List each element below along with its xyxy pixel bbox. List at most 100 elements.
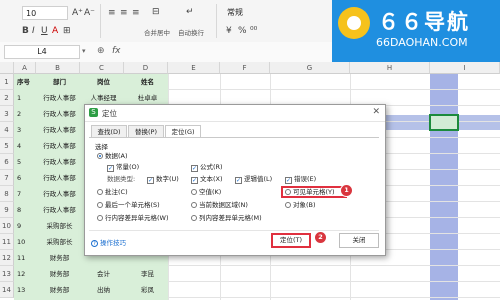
table-header-cell[interactable]: 部门 <box>36 74 80 90</box>
table-cell[interactable]: 彩凤 <box>124 282 168 298</box>
table-cell[interactable]: 10 <box>14 234 36 250</box>
radio-blank[interactable]: 空值(K) <box>191 188 221 197</box>
column-header[interactable]: D <box>124 62 168 74</box>
radio-comment[interactable]: 批注(C) <box>97 188 128 197</box>
table-cell[interactable]: 11 <box>14 250 36 266</box>
checkbox-formula[interactable]: ✓ 公式(R) <box>191 163 223 172</box>
table-cell[interactable]: 采购部长 <box>36 234 80 250</box>
table-cell[interactable]: 8 <box>14 202 36 218</box>
row-header[interactable]: 9 <box>0 202 14 218</box>
table-cell[interactable]: 9 <box>14 218 36 234</box>
radio-data[interactable]: 数据(A) <box>97 152 128 161</box>
table-cell[interactable]: 采购部长 <box>36 218 80 234</box>
column-header[interactable]: E <box>168 62 220 74</box>
close-icon[interactable]: ✕ <box>372 107 380 117</box>
locate-button[interactable]: 定位(T) <box>271 233 311 248</box>
font-grow-icon[interactable]: A⁺ <box>72 7 83 19</box>
row-header[interactable]: 1 <box>0 74 14 90</box>
checkbox-error[interactable]: ✓ 错误(E) <box>285 175 316 184</box>
column-header[interactable]: I <box>430 62 500 74</box>
dialog-titlebar[interactable]: S 定位 ✕ <box>85 105 385 122</box>
row-header[interactable]: 3 <box>0 106 14 122</box>
table-cell[interactable]: 5 <box>14 154 36 170</box>
zoom-icon[interactable]: ⊕ <box>97 46 105 56</box>
percent-icon[interactable]: % <box>238 25 247 37</box>
wrap-text-button[interactable]: 自动换行 <box>178 27 204 37</box>
fx-icon[interactable]: fx <box>112 46 121 56</box>
column-header[interactable]: F <box>220 62 270 74</box>
checkbox-constant[interactable]: ✓ 常量(O) <box>107 163 139 172</box>
table-header-cell[interactable]: 姓名 <box>124 74 168 90</box>
table-header-cell[interactable]: 岗位 <box>80 74 124 90</box>
column-header[interactable]: G <box>270 62 350 74</box>
tab-replace[interactable]: 替换(P) <box>128 125 164 137</box>
table-cell[interactable]: 行政人事部 <box>36 138 80 154</box>
decimal-icon[interactable]: ⁰⁰ <box>250 25 257 37</box>
italic-button[interactable]: I <box>32 25 35 37</box>
checkbox-logic[interactable]: ✓ 逻辑值(L) <box>235 175 272 184</box>
radio-row-diff[interactable]: 行内容差异单元格(W) <box>97 214 169 223</box>
table-cell[interactable]: 出纳 <box>80 282 124 298</box>
radio-col-diff[interactable]: 列内容差异单元格(M) <box>191 214 262 223</box>
row-header[interactable]: 14 <box>0 282 14 298</box>
tips-link[interactable]: ? 操作技巧 <box>91 237 126 247</box>
table-cell[interactable]: 4 <box>14 138 36 154</box>
column-header[interactable]: C <box>80 62 124 74</box>
table-cell[interactable]: 3 <box>14 122 36 138</box>
align-middle-icon[interactable]: ≡ <box>120 7 128 19</box>
table-cell[interactable]: 7 <box>14 186 36 202</box>
table-cell[interactable]: 行政人事部 <box>36 106 80 122</box>
table-cell[interactable]: 2 <box>14 106 36 122</box>
number-format-select[interactable]: 常规 <box>224 6 274 20</box>
radio-current-region[interactable]: 当前数据区域(N) <box>191 201 248 210</box>
checkbox-number[interactable]: ✓ 数字(U) <box>147 175 179 184</box>
table-cell[interactable]: 财务部 <box>36 282 80 298</box>
font-size-select[interactable]: 10 <box>22 6 68 20</box>
font-shrink-icon[interactable]: A⁻ <box>84 7 95 19</box>
name-box[interactable]: L4 <box>4 45 80 59</box>
merge-center-button[interactable]: 合并居中 <box>144 27 170 37</box>
column-header[interactable]: B <box>36 62 80 74</box>
table-cell[interactable]: 会计 <box>80 266 124 282</box>
table-header-cell[interactable]: 序号 <box>14 74 36 90</box>
currency-icon[interactable]: ¥ <box>226 25 232 37</box>
corner-select-all[interactable] <box>0 62 14 74</box>
align-top-icon[interactable]: ≡ <box>108 7 116 19</box>
column-header[interactable]: A <box>14 62 36 74</box>
tab-find[interactable]: 查找(D) <box>91 125 127 137</box>
underline-button[interactable]: U <box>41 25 48 37</box>
row-header[interactable]: 7 <box>0 170 14 186</box>
table-cell[interactable]: 6 <box>14 170 36 186</box>
row-header[interactable]: 6 <box>0 154 14 170</box>
table-cell[interactable]: 行政人事部 <box>36 170 80 186</box>
table-cell[interactable]: 13 <box>14 282 36 298</box>
table-cell[interactable]: 12 <box>14 266 36 282</box>
active-cell[interactable] <box>429 114 459 131</box>
table-cell[interactable]: 行政人事部 <box>36 122 80 138</box>
table-cell[interactable]: 财务部 <box>36 266 80 282</box>
row-header[interactable]: 2 <box>0 90 14 106</box>
row-header[interactable]: 12 <box>0 250 14 266</box>
table-cell[interactable]: 财务部 <box>36 250 80 266</box>
row-header[interactable]: 8 <box>0 186 14 202</box>
table-cell[interactable]: 李昆 <box>124 266 168 282</box>
row-header[interactable]: 13 <box>0 266 14 282</box>
close-button[interactable]: 关闭 <box>339 233 379 248</box>
row-header[interactable]: 11 <box>0 234 14 250</box>
table-cell[interactable]: 1 <box>14 90 36 106</box>
name-box-dropdown-icon[interactable]: ▾ <box>82 47 86 55</box>
checkbox-text[interactable]: ✓ 文本(X) <box>191 175 223 184</box>
table-cell[interactable]: 行政人事部 <box>36 154 80 170</box>
align-bottom-icon[interactable]: ≡ <box>132 7 140 19</box>
font-color-button[interactable]: A <box>52 25 58 37</box>
row-header[interactable]: 5 <box>0 138 14 154</box>
table-cell[interactable]: 行政人事部 <box>36 90 80 106</box>
table-cell[interactable]: 行政人事部 <box>36 202 80 218</box>
border-icon[interactable]: ⊞ <box>63 25 71 37</box>
radio-object[interactable]: 对象(B) <box>285 201 316 210</box>
bold-button[interactable]: B <box>22 25 29 37</box>
table-cell[interactable]: 行政人事部 <box>36 186 80 202</box>
row-header[interactable]: 10 <box>0 218 14 234</box>
wrap-icon[interactable]: ↵ <box>186 6 194 18</box>
column-header[interactable]: H <box>350 62 430 74</box>
